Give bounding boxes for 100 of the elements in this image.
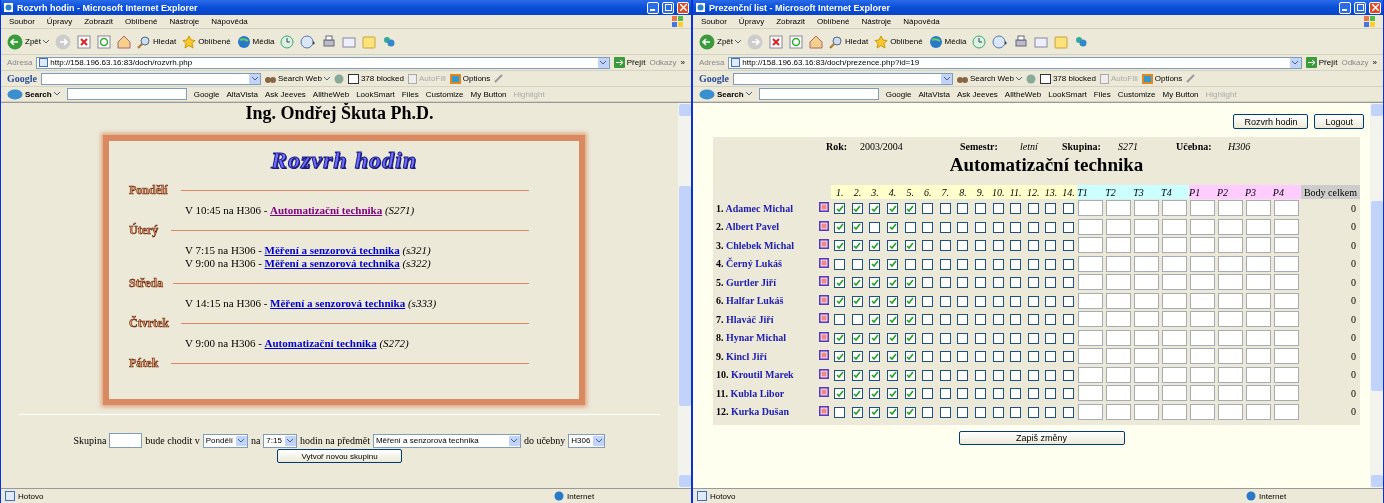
checkbox[interactable]: [1045, 406, 1057, 418]
checkbox[interactable]: [939, 332, 951, 344]
score-input[interactable]: [1162, 255, 1188, 272]
score-input[interactable]: [1218, 311, 1243, 328]
checkbox[interactable]: [834, 388, 846, 400]
checkbox[interactable]: [1063, 406, 1074, 418]
score-input[interactable]: [1162, 200, 1188, 217]
score-input[interactable]: [1245, 311, 1271, 328]
checkbox[interactable]: [957, 221, 969, 233]
checkbox[interactable]: [1045, 332, 1057, 344]
score-input[interactable]: [1078, 218, 1104, 235]
score-input[interactable]: [1106, 311, 1132, 328]
maximize-button[interactable]: [662, 1, 674, 14]
checkbox[interactable]: [851, 240, 863, 252]
checkbox[interactable]: [922, 369, 934, 381]
menu-item[interactable]: Zobrazit: [84, 17, 114, 26]
student-link[interactable]: Gurtler Jiří: [726, 276, 777, 288]
score-input[interactable]: [1162, 237, 1188, 254]
score-input[interactable]: [1078, 292, 1104, 309]
checkbox[interactable]: [939, 221, 951, 233]
checkbox[interactable]: [992, 369, 1004, 381]
checkbox[interactable]: [922, 203, 934, 215]
minimize-button[interactable]: [1339, 1, 1351, 14]
search-field[interactable]: [758, 88, 879, 100]
menu-item[interactable]: Soubor: [701, 17, 727, 26]
checkbox[interactable]: [1010, 277, 1022, 289]
checkbox[interactable]: [834, 203, 846, 215]
checkbox[interactable]: [834, 406, 846, 418]
checkbox[interactable]: [1063, 203, 1074, 215]
checkbox[interactable]: [851, 221, 863, 233]
checkbox[interactable]: [1063, 369, 1074, 381]
checkbox[interactable]: [992, 388, 1004, 400]
score-input[interactable]: [1106, 255, 1132, 272]
search-engine-link[interactable]: Files: [401, 89, 419, 99]
close-button[interactable]: [1369, 1, 1381, 14]
google-search-field[interactable]: [41, 72, 261, 85]
score-input[interactable]: [1078, 200, 1104, 217]
checkbox[interactable]: [904, 258, 916, 270]
favorites-button[interactable]: Oblíbené: [874, 34, 923, 49]
score-input[interactable]: [1190, 366, 1216, 383]
score-input[interactable]: [1273, 403, 1299, 420]
checkbox[interactable]: [869, 369, 881, 381]
score-input[interactable]: [1162, 274, 1188, 291]
checkbox[interactable]: [1045, 314, 1057, 326]
score-input[interactable]: [1190, 348, 1216, 365]
checkbox[interactable]: [1045, 258, 1057, 270]
score-input[interactable]: [1218, 218, 1243, 235]
checkbox[interactable]: [869, 240, 881, 252]
menu-item[interactable]: Oblíbené: [817, 17, 850, 26]
score-input[interactable]: [1273, 200, 1299, 217]
student-link[interactable]: Halfar Lukáš: [726, 295, 784, 307]
checkbox[interactable]: [1063, 388, 1074, 400]
score-input[interactable]: [1162, 385, 1188, 402]
score-input[interactable]: [1273, 292, 1299, 309]
checkbox[interactable]: [922, 332, 934, 344]
checkbox[interactable]: [851, 203, 863, 215]
student-link[interactable]: Kurka Dušan: [731, 406, 790, 418]
checkbox[interactable]: [887, 351, 899, 363]
checkbox[interactable]: [904, 203, 916, 215]
media-button[interactable]: Média: [928, 34, 967, 49]
checkbox[interactable]: [1010, 351, 1022, 363]
checkbox[interactable]: [1063, 258, 1074, 270]
checkbox[interactable]: [992, 314, 1004, 326]
media-button[interactable]: Média: [236, 34, 275, 49]
checkbox[interactable]: [851, 406, 863, 418]
score-input[interactable]: [1273, 385, 1299, 402]
student-link[interactable]: Chlebek Michal: [726, 239, 795, 251]
score-input[interactable]: [1106, 385, 1132, 402]
score-input[interactable]: [1078, 403, 1104, 420]
checkbox[interactable]: [1063, 314, 1074, 326]
checkbox[interactable]: [1027, 277, 1039, 289]
checkbox[interactable]: [957, 258, 969, 270]
score-input[interactable]: [1078, 366, 1104, 383]
checkbox[interactable]: [851, 369, 863, 381]
checkbox[interactable]: [975, 314, 987, 326]
subject-link[interactable]: Měření a senzorová technika: [264, 244, 400, 256]
checkbox[interactable]: [992, 203, 1004, 215]
checkbox[interactable]: [834, 332, 846, 344]
score-input[interactable]: [1218, 237, 1243, 254]
score-input[interactable]: [1218, 255, 1243, 272]
checkbox[interactable]: [1027, 314, 1039, 326]
search-web-button[interactable]: Search Web: [265, 73, 330, 84]
checkbox[interactable]: [939, 277, 951, 289]
score-input[interactable]: [1106, 274, 1132, 291]
score-input[interactable]: [1245, 292, 1271, 309]
address-field[interactable]: http://158.196.63.16:83/doch/rozvrh.php: [36, 56, 610, 69]
menu-item[interactable]: Nápověda: [211, 17, 248, 26]
checkbox[interactable]: [869, 258, 881, 270]
options-button[interactable]: Options: [449, 73, 491, 84]
score-input[interactable]: [1134, 292, 1160, 309]
score-input[interactable]: [1106, 218, 1132, 235]
score-input[interactable]: [1218, 200, 1243, 217]
checkbox[interactable]: [1063, 295, 1074, 307]
checkbox[interactable]: [904, 332, 916, 344]
score-input[interactable]: [1245, 329, 1271, 346]
score-input[interactable]: [1190, 403, 1216, 420]
checkbox[interactable]: [922, 295, 934, 307]
score-input[interactable]: [1134, 200, 1160, 217]
student-link[interactable]: Kubla Libor: [730, 387, 785, 399]
checkbox[interactable]: [1010, 314, 1022, 326]
